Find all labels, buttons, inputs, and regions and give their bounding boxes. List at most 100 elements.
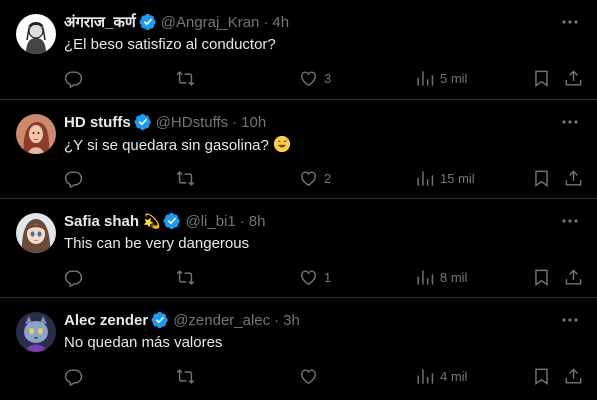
- action-bar: 4 mil: [56, 364, 585, 388]
- bookmark-button[interactable]: [532, 66, 551, 90]
- views-chart-icon: [417, 269, 434, 285]
- separator-dot: ·: [239, 212, 245, 230]
- author-handle[interactable]: @zender_alec: [173, 312, 270, 329]
- comment-icon: [64, 70, 83, 88]
- share-button[interactable]: [564, 265, 583, 289]
- reply-item[interactable]: HD stuffs @HDstuffs · 10h ¿Y si se queda…: [0, 100, 597, 199]
- views-button[interactable]: 4 mil: [415, 364, 467, 388]
- author-handle[interactable]: @li_bi1: [185, 213, 235, 230]
- reply-item[interactable]: Safia shah 💫 @li_bi1 · 8h This can be ve…: [0, 199, 597, 298]
- separator-dot: ·: [232, 113, 238, 131]
- views-button[interactable]: 15 mil: [415, 166, 475, 190]
- bookmark-icon: [535, 368, 548, 385]
- comment-icon: [64, 269, 83, 287]
- author-name[interactable]: अंगराज_कर्ण: [64, 12, 136, 32]
- retweet-icon: [176, 170, 195, 186]
- reply-item[interactable]: अंगराज_कर्ण @Angraj_Kran · 4h ¿El beso s…: [0, 0, 597, 100]
- bookmark-button[interactable]: [532, 265, 551, 289]
- reply-text: No quedan más valores: [64, 333, 222, 353]
- verified-badge-icon[interactable]: [151, 311, 169, 329]
- timestamp[interactable]: 4h: [272, 14, 289, 31]
- reply-button[interactable]: [64, 166, 89, 190]
- more-options-icon[interactable]: [559, 310, 581, 330]
- reply-button[interactable]: [64, 364, 89, 388]
- comment-icon: [64, 368, 83, 386]
- like-button[interactable]: 1: [299, 265, 331, 289]
- retweet-icon: [176, 269, 195, 285]
- view-count: 8 mil: [440, 269, 468, 285]
- like-button[interactable]: 2: [299, 166, 331, 190]
- timestamp[interactable]: 3h: [283, 312, 300, 329]
- share-icon: [565, 268, 582, 285]
- share-button[interactable]: [564, 364, 583, 388]
- reply-text-content: No quedan más valores: [64, 334, 223, 351]
- timestamp[interactable]: 10h: [241, 114, 266, 131]
- timestamp[interactable]: 8h: [249, 213, 266, 230]
- separator-dot: ·: [263, 13, 269, 31]
- retweet-icon: [176, 70, 195, 86]
- retweet-button[interactable]: [176, 166, 201, 190]
- like-count: 1: [324, 269, 332, 285]
- share-icon: [565, 367, 582, 384]
- reply-text-content: ¿El beso satisfizo al conductor?: [64, 36, 276, 53]
- heart-icon: [301, 270, 316, 285]
- author-name[interactable]: Alec zender: [64, 312, 148, 329]
- reply-text: ¿Y si se quedara sin gasolina?: [64, 135, 291, 156]
- views-button[interactable]: 5 mil: [415, 66, 467, 90]
- like-button[interactable]: 3: [299, 66, 331, 90]
- heart-icon: [301, 369, 316, 384]
- bookmark-button[interactable]: [532, 166, 551, 190]
- grinning-sweat-emoji-icon: [273, 135, 291, 153]
- share-button[interactable]: [564, 66, 583, 90]
- author-handle[interactable]: @Angraj_Kran: [161, 14, 260, 31]
- bookmark-icon: [535, 269, 548, 286]
- verified-badge-icon[interactable]: [134, 113, 152, 131]
- share-icon: [565, 69, 582, 86]
- avatar[interactable]: [16, 312, 56, 352]
- views-chart-icon: [417, 170, 434, 186]
- avatar[interactable]: [16, 213, 56, 253]
- retweet-icon: [176, 368, 195, 384]
- retweet-button[interactable]: [176, 66, 201, 90]
- view-count: 15 mil: [440, 170, 475, 186]
- verified-badge-icon[interactable]: [163, 212, 181, 230]
- reply-text-content: ¿Y si se quedara sin gasolina?: [64, 137, 269, 154]
- bookmark-button[interactable]: [532, 364, 551, 388]
- separator-dot: ·: [274, 311, 280, 329]
- share-button[interactable]: [564, 166, 583, 190]
- cartoon-girl-portrait-icon: [16, 213, 56, 253]
- reply-item[interactable]: Alec zender @zender_alec · 3h No quedan …: [0, 298, 597, 400]
- sketch-portrait-icon: [16, 14, 56, 54]
- cat-portrait-icon: [16, 312, 56, 352]
- action-bar: 2 15 mil: [56, 166, 585, 190]
- views-chart-icon: [417, 368, 434, 384]
- verified-badge-icon[interactable]: [139, 13, 157, 31]
- author-name[interactable]: Safia shah: [64, 213, 139, 230]
- bookmark-icon: [535, 170, 548, 187]
- reply-button[interactable]: [64, 66, 89, 90]
- action-bar: 3 5 mil: [56, 66, 585, 90]
- author-name[interactable]: HD stuffs: [64, 114, 131, 131]
- like-count: 2: [324, 170, 332, 186]
- avatar[interactable]: [16, 14, 56, 54]
- heart-icon: [301, 171, 316, 186]
- like-button[interactable]: [299, 364, 324, 388]
- heart-icon: [301, 71, 316, 86]
- reply-text: ¿El beso satisfizo al conductor?: [64, 35, 276, 55]
- reply-text: This can be very dangerous: [64, 234, 249, 254]
- views-chart-icon: [417, 70, 434, 86]
- more-options-icon[interactable]: [559, 211, 581, 231]
- like-count: 3: [324, 70, 332, 86]
- comment-icon: [64, 170, 83, 188]
- author-handle[interactable]: @HDstuffs: [156, 114, 228, 131]
- more-options-icon[interactable]: [559, 12, 581, 32]
- more-options-icon[interactable]: [559, 112, 581, 132]
- retweet-button[interactable]: [176, 364, 201, 388]
- view-count: 5 mil: [440, 70, 468, 86]
- retweet-button[interactable]: [176, 265, 201, 289]
- bookmark-icon: [535, 70, 548, 87]
- views-button[interactable]: 8 mil: [415, 265, 467, 289]
- avatar[interactable]: [16, 114, 56, 154]
- reply-button[interactable]: [64, 265, 89, 289]
- share-icon: [565, 169, 582, 186]
